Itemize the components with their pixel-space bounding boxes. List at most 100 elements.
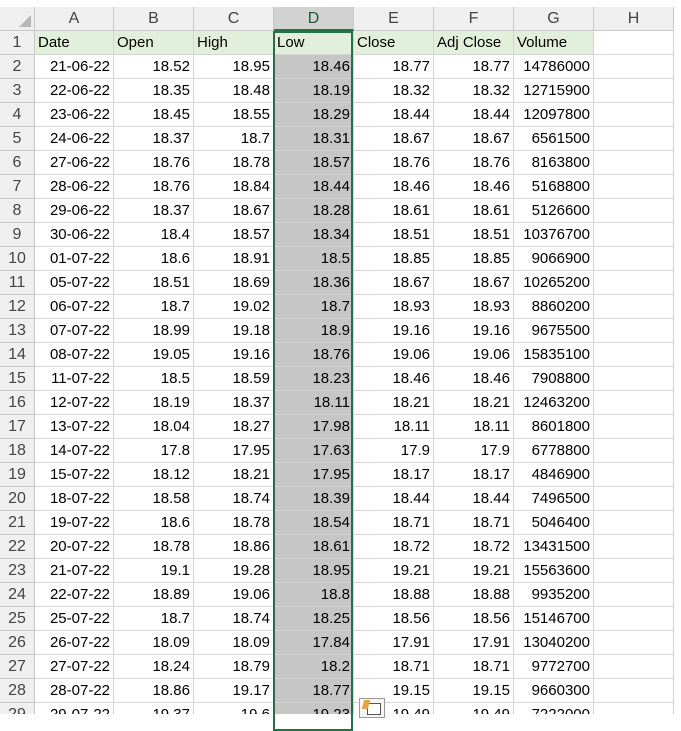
data-cell[interactable]: 18.67: [354, 127, 434, 151]
data-cell[interactable]: 14-07-22: [35, 439, 114, 463]
data-cell[interactable]: 18.46: [354, 175, 434, 199]
data-cell[interactable]: 5126600: [514, 199, 594, 223]
data-cell[interactable]: 26-07-22: [35, 631, 114, 655]
data-cell[interactable]: [594, 583, 674, 607]
data-cell[interactable]: 23-06-22: [35, 103, 114, 127]
data-cell[interactable]: 4846900: [514, 463, 594, 487]
data-cell[interactable]: 18.77: [434, 55, 514, 79]
data-cell[interactable]: 18.85: [354, 247, 434, 271]
data-cell[interactable]: 18.44: [434, 487, 514, 511]
data-cell[interactable]: 18.56: [434, 607, 514, 631]
data-cell[interactable]: 12463200: [514, 391, 594, 415]
data-cell[interactable]: 18.84: [194, 175, 274, 199]
data-cell[interactable]: 18.76: [274, 343, 354, 367]
data-cell[interactable]: 7496500: [514, 487, 594, 511]
column-header-d[interactable]: D: [274, 7, 354, 31]
data-cell[interactable]: 18.58: [114, 487, 194, 511]
data-cell[interactable]: 10376700: [514, 223, 594, 247]
data-cell[interactable]: 18.5: [274, 247, 354, 271]
data-cell[interactable]: 18.72: [354, 535, 434, 559]
data-cell[interactable]: 18.11: [274, 391, 354, 415]
data-cell[interactable]: 18.67: [434, 127, 514, 151]
row-number[interactable]: 25: [0, 607, 35, 631]
data-cell[interactable]: 18.51: [354, 223, 434, 247]
row-number[interactable]: 8: [0, 199, 35, 223]
header-cell[interactable]: Open: [114, 31, 194, 55]
data-cell[interactable]: 5046400: [514, 511, 594, 535]
row-number[interactable]: 13: [0, 319, 35, 343]
data-cell[interactable]: [594, 607, 674, 631]
data-cell[interactable]: 18.6: [114, 247, 194, 271]
data-cell[interactable]: 18.76: [114, 175, 194, 199]
quick-analysis-button[interactable]: [359, 698, 385, 718]
data-cell[interactable]: 19-07-22: [35, 511, 114, 535]
data-cell[interactable]: [594, 199, 674, 223]
data-cell[interactable]: [594, 535, 674, 559]
select-all-button[interactable]: [0, 7, 35, 31]
data-cell[interactable]: 06-07-22: [35, 295, 114, 319]
data-cell[interactable]: 18.46: [274, 55, 354, 79]
data-cell[interactable]: 18.78: [194, 511, 274, 535]
data-cell[interactable]: 19.1: [114, 559, 194, 583]
data-cell[interactable]: 17.91: [354, 631, 434, 655]
data-cell[interactable]: 17.98: [274, 415, 354, 439]
data-cell[interactable]: [594, 439, 674, 463]
row-number[interactable]: 4: [0, 103, 35, 127]
data-cell[interactable]: 18.86: [194, 535, 274, 559]
data-cell[interactable]: 18.7: [114, 295, 194, 319]
data-cell[interactable]: [594, 127, 674, 151]
data-cell[interactable]: 18.28: [274, 199, 354, 223]
data-cell[interactable]: 19.6: [194, 703, 274, 714]
row-number[interactable]: 2: [0, 55, 35, 79]
data-cell[interactable]: 18.21: [354, 391, 434, 415]
row-number[interactable]: 24: [0, 583, 35, 607]
data-cell[interactable]: [594, 343, 674, 367]
data-cell[interactable]: 18.32: [434, 79, 514, 103]
row-number[interactable]: 23: [0, 559, 35, 583]
data-cell[interactable]: [594, 103, 674, 127]
data-cell[interactable]: 18.71: [434, 655, 514, 679]
data-cell[interactable]: 18.23: [274, 367, 354, 391]
data-cell[interactable]: [594, 487, 674, 511]
data-cell[interactable]: 18-07-22: [35, 487, 114, 511]
data-cell[interactable]: 24-06-22: [35, 127, 114, 151]
row-number[interactable]: 6: [0, 151, 35, 175]
row-number[interactable]: 20: [0, 487, 35, 511]
data-cell[interactable]: 18.61: [434, 199, 514, 223]
data-cell[interactable]: 18.57: [194, 223, 274, 247]
data-cell[interactable]: 08-07-22: [35, 343, 114, 367]
header-cell[interactable]: High: [194, 31, 274, 55]
data-cell[interactable]: 18.56: [354, 607, 434, 631]
data-cell[interactable]: 12-07-22: [35, 391, 114, 415]
data-cell[interactable]: 5168800: [514, 175, 594, 199]
data-cell[interactable]: 18.44: [434, 103, 514, 127]
data-cell[interactable]: 18.17: [434, 463, 514, 487]
data-cell[interactable]: 30-06-22: [35, 223, 114, 247]
data-cell[interactable]: 18.7: [114, 607, 194, 631]
data-cell[interactable]: [594, 55, 674, 79]
data-cell[interactable]: 18.09: [114, 631, 194, 655]
data-cell[interactable]: 19.06: [354, 343, 434, 367]
data-cell[interactable]: 18.79: [194, 655, 274, 679]
data-cell[interactable]: 18.61: [274, 535, 354, 559]
data-cell[interactable]: 18.88: [434, 583, 514, 607]
data-cell[interactable]: 07-07-22: [35, 319, 114, 343]
data-cell[interactable]: 18.67: [354, 271, 434, 295]
row-number[interactable]: 28: [0, 679, 35, 703]
data-cell[interactable]: 18.93: [434, 295, 514, 319]
data-cell[interactable]: 18.19: [274, 79, 354, 103]
row-number[interactable]: 29: [0, 703, 35, 714]
data-cell[interactable]: 05-07-22: [35, 271, 114, 295]
row-number[interactable]: 9: [0, 223, 35, 247]
data-cell[interactable]: [594, 511, 674, 535]
data-cell[interactable]: 28-06-22: [35, 175, 114, 199]
data-cell[interactable]: 18.17: [354, 463, 434, 487]
data-cell[interactable]: 21-06-22: [35, 55, 114, 79]
data-cell[interactable]: 19.28: [194, 559, 274, 583]
data-cell[interactable]: 15835100: [514, 343, 594, 367]
data-cell[interactable]: 18.67: [194, 199, 274, 223]
data-cell[interactable]: [594, 679, 674, 703]
row-number[interactable]: 22: [0, 535, 35, 559]
header-cell[interactable]: Close: [354, 31, 434, 55]
data-cell[interactable]: 9772700: [514, 655, 594, 679]
